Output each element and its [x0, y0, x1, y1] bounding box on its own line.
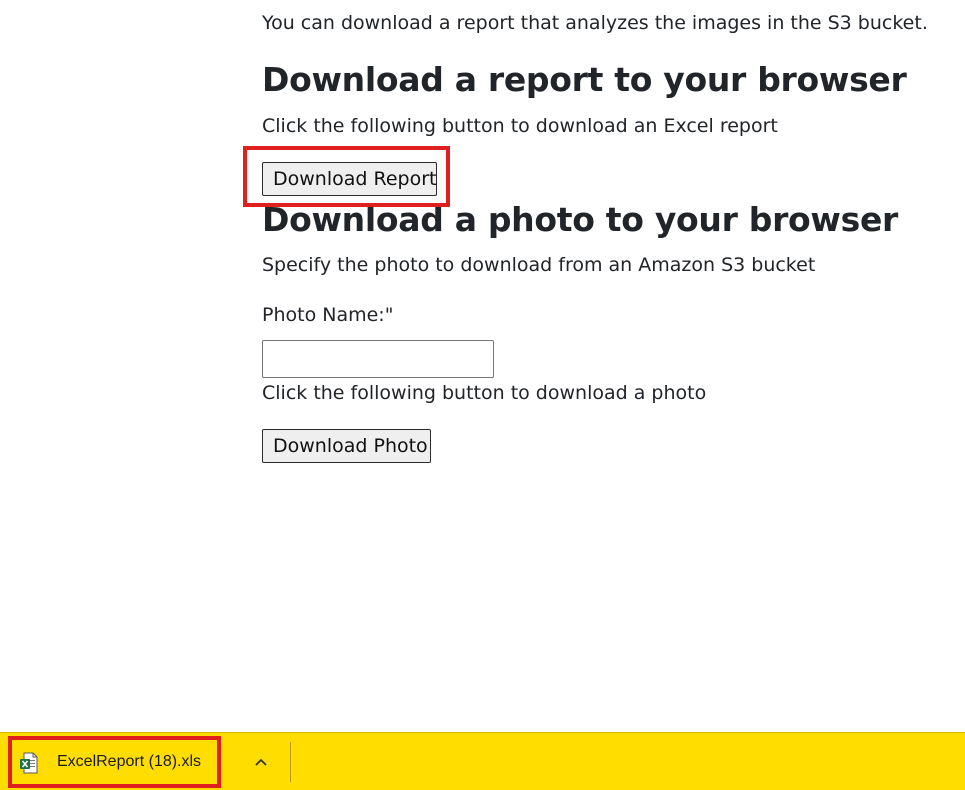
photo-section-heading: Download a photo to your browser: [262, 200, 899, 239]
intro-text: You can download a report that analyzes …: [262, 12, 928, 34]
report-section-heading: Download a report to your browser: [262, 60, 907, 99]
download-photo-button[interactable]: Download Photo: [262, 429, 431, 463]
download-report-button[interactable]: Download Report: [262, 162, 437, 196]
photo-description: Specify the photo to download from an Am…: [262, 254, 816, 276]
report-description: Click the following button to download a…: [262, 115, 778, 137]
download-options-button[interactable]: [246, 747, 276, 777]
downloaded-file-item[interactable]: ExcelReport (18).xls: [8, 736, 221, 788]
chevron-up-icon: [255, 758, 267, 766]
download-bar: ExcelReport (18).xls: [0, 732, 965, 790]
photo-name-label: Photo Name:": [262, 304, 394, 326]
excel-file-icon: [20, 752, 38, 774]
photo-name-input[interactable]: [262, 340, 494, 378]
download-bar-divider: [290, 742, 291, 782]
downloaded-file-name: ExcelReport (18).xls: [57, 753, 202, 770]
download-photo-hint: Click the following button to download a…: [262, 382, 707, 404]
